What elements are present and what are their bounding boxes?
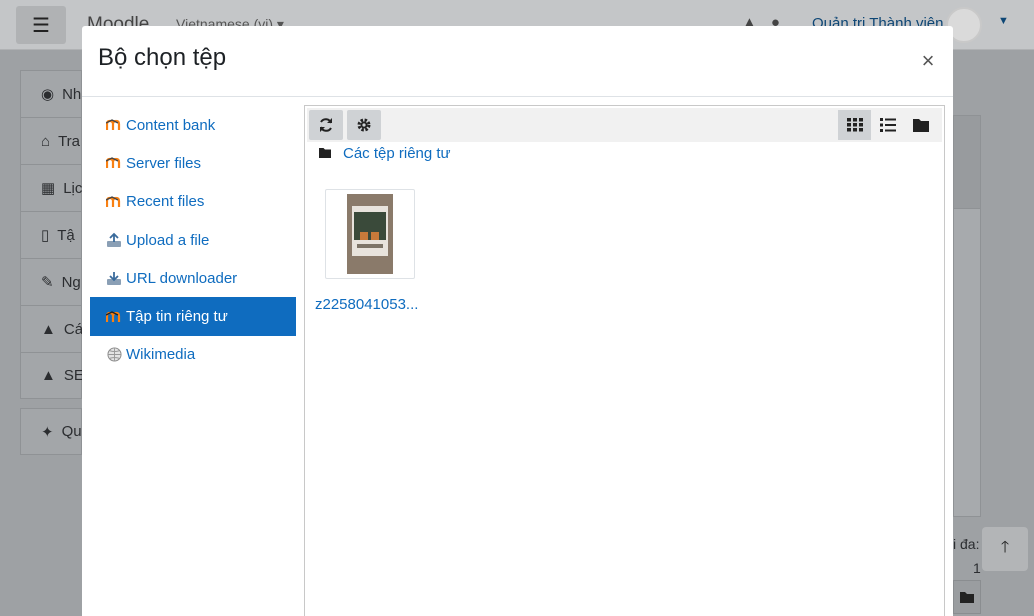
repo-upload-file[interactable]: Upload a file	[90, 221, 296, 259]
background-text: i đa:	[953, 536, 980, 552]
bg-nav-item: ✎ Ng	[20, 258, 82, 305]
refresh-button[interactable]	[309, 110, 343, 140]
url-icon	[106, 270, 122, 286]
repo-private-files[interactable]: Tập tin riêng tư	[90, 297, 296, 336]
file-icon: ▯	[41, 227, 50, 244]
hamburger-icon: ☰	[32, 14, 50, 37]
repo-recent-files[interactable]: Recent files	[90, 183, 296, 221]
bg-nav-label: Tra	[58, 132, 81, 150]
bg-nav-label: SE	[63, 367, 84, 384]
dashboard-icon: ◉	[41, 86, 55, 103]
refresh-icon	[320, 118, 332, 132]
background-editor-toolbar	[953, 115, 981, 209]
folder-icon	[912, 119, 929, 132]
file-picker-dialog: Bộ chọn tệp × Content bank Server files …	[82, 26, 953, 616]
repo-label: Recent files	[126, 193, 205, 211]
file-browser: Các tệp riêng tư z2258041053...	[304, 105, 945, 616]
moodle-icon	[106, 194, 122, 210]
dialog-header: Bộ chọn tệp ×	[82, 26, 953, 97]
repo-wikimedia[interactable]: Wikimedia	[90, 336, 296, 374]
bg-nav-label: Qu	[61, 423, 82, 440]
moodle-icon	[106, 155, 122, 171]
home-icon: ⌂	[41, 132, 51, 150]
file-thumbnail[interactable]	[325, 189, 415, 279]
bg-nav-item: ▯ Tậ	[20, 211, 82, 258]
wrench-icon: ✦	[41, 423, 54, 441]
background-text: 1	[973, 560, 981, 576]
file-toolbar	[307, 108, 942, 142]
repo-label: Content bank	[126, 116, 216, 134]
list-view-button[interactable]	[871, 110, 904, 140]
bg-nav-item-admin: ✦ Qu	[20, 408, 82, 455]
bg-nav-item: ▦ Lịc	[20, 164, 82, 211]
file-name-link[interactable]: z2258041053...	[315, 296, 418, 313]
breadcrumb-label[interactable]: Các tệp riêng tư	[343, 145, 451, 162]
close-button[interactable]: ×	[919, 50, 937, 72]
brush-icon: ✎	[41, 274, 54, 291]
repo-content-bank[interactable]: Content bank	[90, 106, 296, 144]
arrow-up-icon: 🡑	[1000, 538, 1010, 556]
back-to-top-button[interactable]: 🡑	[982, 527, 1028, 571]
bg-nav-label: Tậ	[57, 226, 75, 244]
graduation-cap-icon: ▲	[41, 320, 56, 338]
repo-label: Server files	[126, 154, 202, 172]
background-nav-drawer: ◉ Nh ⌂ Tra ▦ Lịc ▯ Tậ ✎ Ng ▲ Cá ▲ SE	[20, 70, 84, 399]
bg-nav-item: ⌂ Tra	[20, 117, 82, 164]
grid-view-icon	[846, 118, 863, 132]
repo-label: URL downloader	[126, 269, 238, 287]
folder-icon	[960, 592, 974, 603]
upload-icon	[106, 232, 122, 248]
calendar-icon: ▦	[41, 180, 56, 197]
grid-view-button[interactable]	[838, 110, 871, 140]
close-icon: ×	[921, 48, 935, 73]
background-folder-button	[953, 580, 981, 614]
tree-view-button[interactable]	[904, 110, 937, 140]
bg-nav-label: Lịc	[63, 179, 83, 197]
chevron-down-icon[interactable]: ▼	[998, 15, 1009, 27]
repo-label: Upload a file	[126, 231, 210, 249]
repo-url-downloader[interactable]: URL downloader	[90, 259, 296, 297]
moodle-icon	[106, 309, 122, 325]
gear-icon	[357, 118, 371, 132]
wikimedia-icon	[106, 347, 122, 363]
bg-nav-item: ◉ Nh	[20, 70, 82, 117]
bg-nav-item: ▲ SE	[20, 352, 84, 399]
settings-button[interactable]	[347, 110, 381, 140]
graduation-cap-icon: ▲	[41, 367, 56, 384]
repository-list: Content bank Server files Recent files U…	[90, 106, 296, 374]
bg-nav-item: ▲ Cá	[20, 305, 84, 352]
list-view-icon	[879, 118, 896, 132]
bg-nav-label: Nh	[62, 85, 82, 103]
dialog-title: Bộ chọn tệp	[98, 44, 227, 71]
nav-drawer-toggle[interactable]: ☰	[16, 6, 66, 44]
repo-server-files[interactable]: Server files	[90, 144, 296, 182]
bg-nav-label: Cá	[63, 320, 84, 338]
folder-icon	[319, 148, 331, 158]
bg-nav-label: Ng	[61, 273, 81, 291]
moodle-icon	[106, 117, 122, 133]
image-thumbnail	[347, 194, 393, 274]
repo-label: Tập tin riêng tư	[126, 308, 228, 326]
repo-label: Wikimedia	[126, 346, 196, 364]
breadcrumb: Các tệp riêng tư	[319, 142, 451, 164]
